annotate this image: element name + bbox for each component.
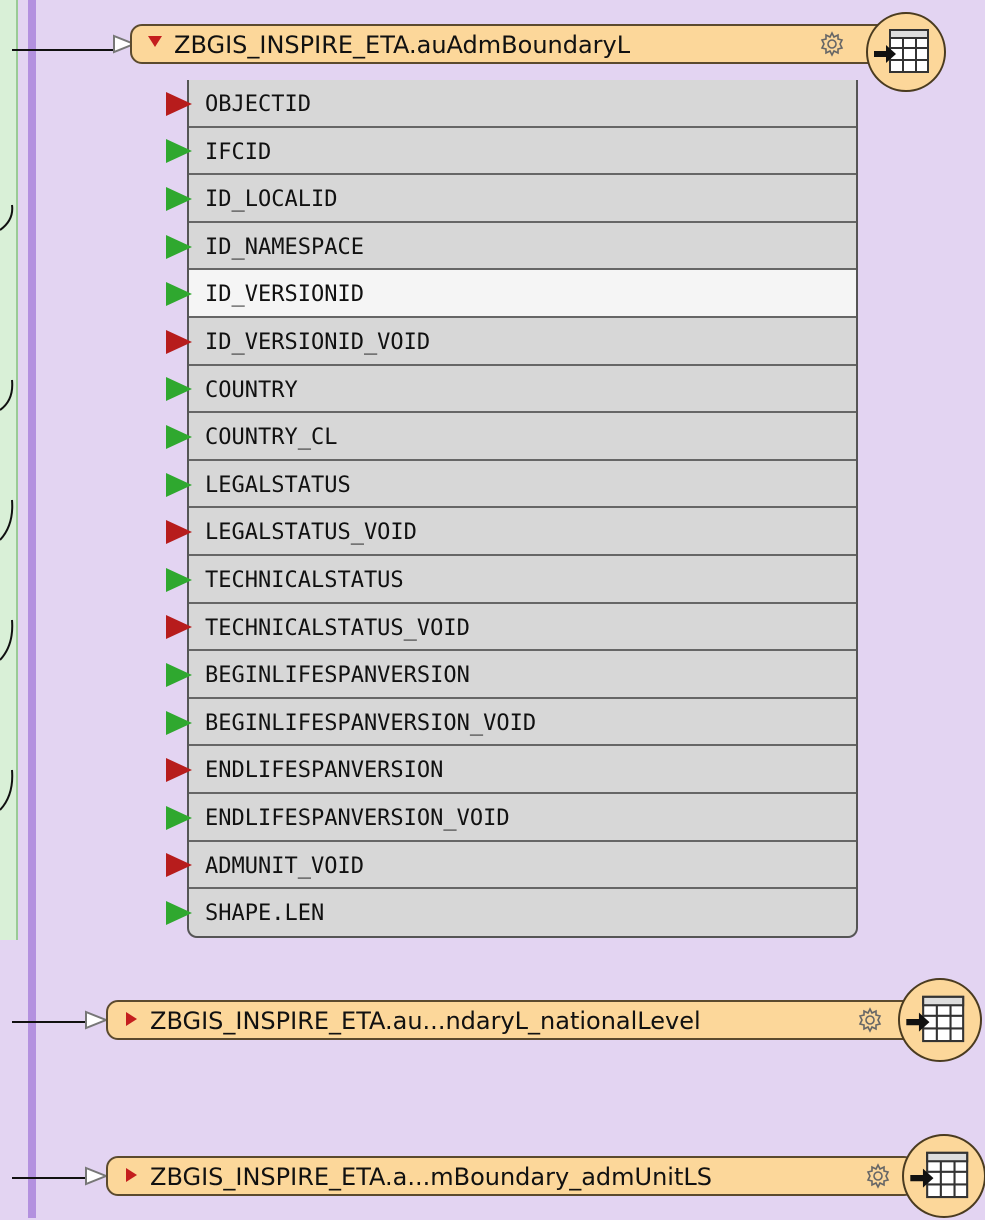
attribute-name: ENDLIFESPANVERSION	[205, 758, 444, 784]
attribute-name: LEGALSTATUS_VOID	[205, 520, 417, 546]
attribute-name: ID_LOCALID	[205, 187, 338, 213]
attribute-row[interactable]: COUNTRY_CL	[189, 413, 856, 461]
attribute-row[interactable]: OBJECTID	[189, 80, 856, 128]
connected-port-icon[interactable]	[166, 710, 192, 735]
reader-table-icon[interactable]	[866, 12, 946, 92]
attribute-name: OBJECTID	[205, 92, 311, 117]
attribute-row[interactable]: ID_VERSIONID_VOID	[189, 318, 856, 366]
reader-feature-type[interactable]: ZBGIS_INSPIRE_ETA.auAdmBoundaryL	[113, 24, 890, 64]
attribute-name: SHAPE.LEN	[205, 901, 325, 927]
attribute-row[interactable]: BEGINLIFESPANVERSION_VOID	[189, 699, 856, 747]
expand-triangle-icon[interactable]	[126, 1012, 137, 1026]
attribute-row[interactable]: SHAPE.LEN	[189, 889, 856, 937]
unconnected-port-icon[interactable]	[166, 91, 192, 116]
attribute-name: LEGALSTATUS	[205, 472, 351, 498]
attribute-name: TECHNICALSTATUS	[205, 568, 404, 593]
reader-table-icon[interactable]	[902, 1134, 985, 1218]
gear-icon[interactable]	[864, 1162, 892, 1190]
connected-port-icon[interactable]	[166, 472, 192, 497]
attribute-name: COUNTRY_CL	[205, 425, 338, 451]
reader-title: ZBGIS_INSPIRE_ETA.au...ndaryL_nationalLe…	[150, 1007, 701, 1035]
attribute-list: OBJECTID IFCID ID_LOCALID ID_NAMESPACE ID_VE…	[187, 80, 858, 938]
attribute-name: BEGINLIFESPANVERSION_VOID	[205, 710, 537, 736]
attribute-row[interactable]: IFCID	[189, 128, 856, 176]
attribute-row[interactable]: ADMUNIT_VOID	[189, 842, 856, 890]
attribute-name: TECHNICALSTATUS_VOID	[205, 615, 470, 641]
connected-port-icon[interactable]	[166, 187, 192, 211]
unconnected-port-icon[interactable]	[166, 853, 192, 878]
attribute-name: ID_VERSIONID_VOID	[205, 330, 431, 355]
attribute-name: ID_VERSIONID	[205, 282, 364, 308]
connected-port-icon[interactable]	[166, 377, 192, 402]
reader-table-icon[interactable]	[898, 978, 982, 1062]
reader-title: ZBGIS_INSPIRE_ETA.auAdmBoundaryL	[174, 31, 631, 59]
reader-title: ZBGIS_INSPIRE_ETA.a...mBoundary_admUnitL…	[150, 1163, 712, 1191]
attribute-row[interactable]: TECHNICALSTATUS_VOID	[189, 604, 856, 652]
gear-icon[interactable]	[818, 30, 846, 58]
attribute-name: ADMUNIT_VOID	[205, 853, 364, 879]
attribute-row[interactable]: ID_NAMESPACE	[189, 223, 856, 271]
connected-port-icon[interactable]	[166, 567, 192, 592]
workspace-canvas[interactable]: ZBGIS_INSPIRE_ETA.auAdmBoundaryL OBJECTI…	[0, 0, 985, 1218]
connected-port-icon[interactable]	[166, 805, 192, 830]
unconnected-port-icon[interactable]	[166, 520, 192, 545]
connected-port-icon[interactable]	[166, 901, 192, 925]
connected-port-icon[interactable]	[166, 139, 192, 164]
attribute-row[interactable]: LEGALSTATUS	[189, 461, 856, 509]
attribute-row[interactable]: LEGALSTATUS_VOID	[189, 508, 856, 556]
attribute-row[interactable]: COUNTRY	[189, 366, 856, 414]
collapse-triangle-icon[interactable]	[148, 36, 162, 47]
expand-triangle-icon[interactable]	[126, 1168, 137, 1182]
unconnected-port-icon[interactable]	[166, 329, 192, 354]
attribute-row[interactable]: ID_VERSIONID	[189, 270, 856, 318]
attribute-row[interactable]: TECHNICALSTATUS	[189, 556, 856, 604]
attribute-row[interactable]: BEGINLIFESPANVERSION	[189, 651, 856, 699]
connected-port-icon[interactable]	[166, 425, 192, 449]
attribute-name: COUNTRY	[205, 377, 298, 403]
attribute-name: IFCID	[205, 139, 272, 165]
attribute-name: ENDLIFESPANVERSION_VOID	[205, 806, 510, 831]
unconnected-port-icon[interactable]	[166, 758, 192, 783]
attribute-row[interactable]: ENDLIFESPANVERSION	[189, 746, 856, 794]
unconnected-port-icon[interactable]	[166, 615, 192, 640]
connected-port-icon[interactable]	[166, 234, 192, 259]
connected-port-icon[interactable]	[166, 282, 192, 307]
gear-icon[interactable]	[856, 1006, 884, 1034]
attribute-row[interactable]: ENDLIFESPANVERSION_VOID	[189, 794, 856, 842]
attribute-row[interactable]: ID_LOCALID	[189, 175, 856, 223]
connected-port-icon[interactable]	[166, 663, 192, 687]
attribute-name: ID_NAMESPACE	[205, 234, 364, 260]
reader-feature-type-collapsed[interactable]: ZBGIS_INSPIRE_ETA.a...mBoundary_admUnitL…	[85, 1156, 916, 1196]
reader-feature-type-collapsed[interactable]: ZBGIS_INSPIRE_ETA.au...ndaryL_nationalLe…	[85, 1000, 916, 1040]
attribute-name: BEGINLIFESPANVERSION	[205, 663, 470, 689]
